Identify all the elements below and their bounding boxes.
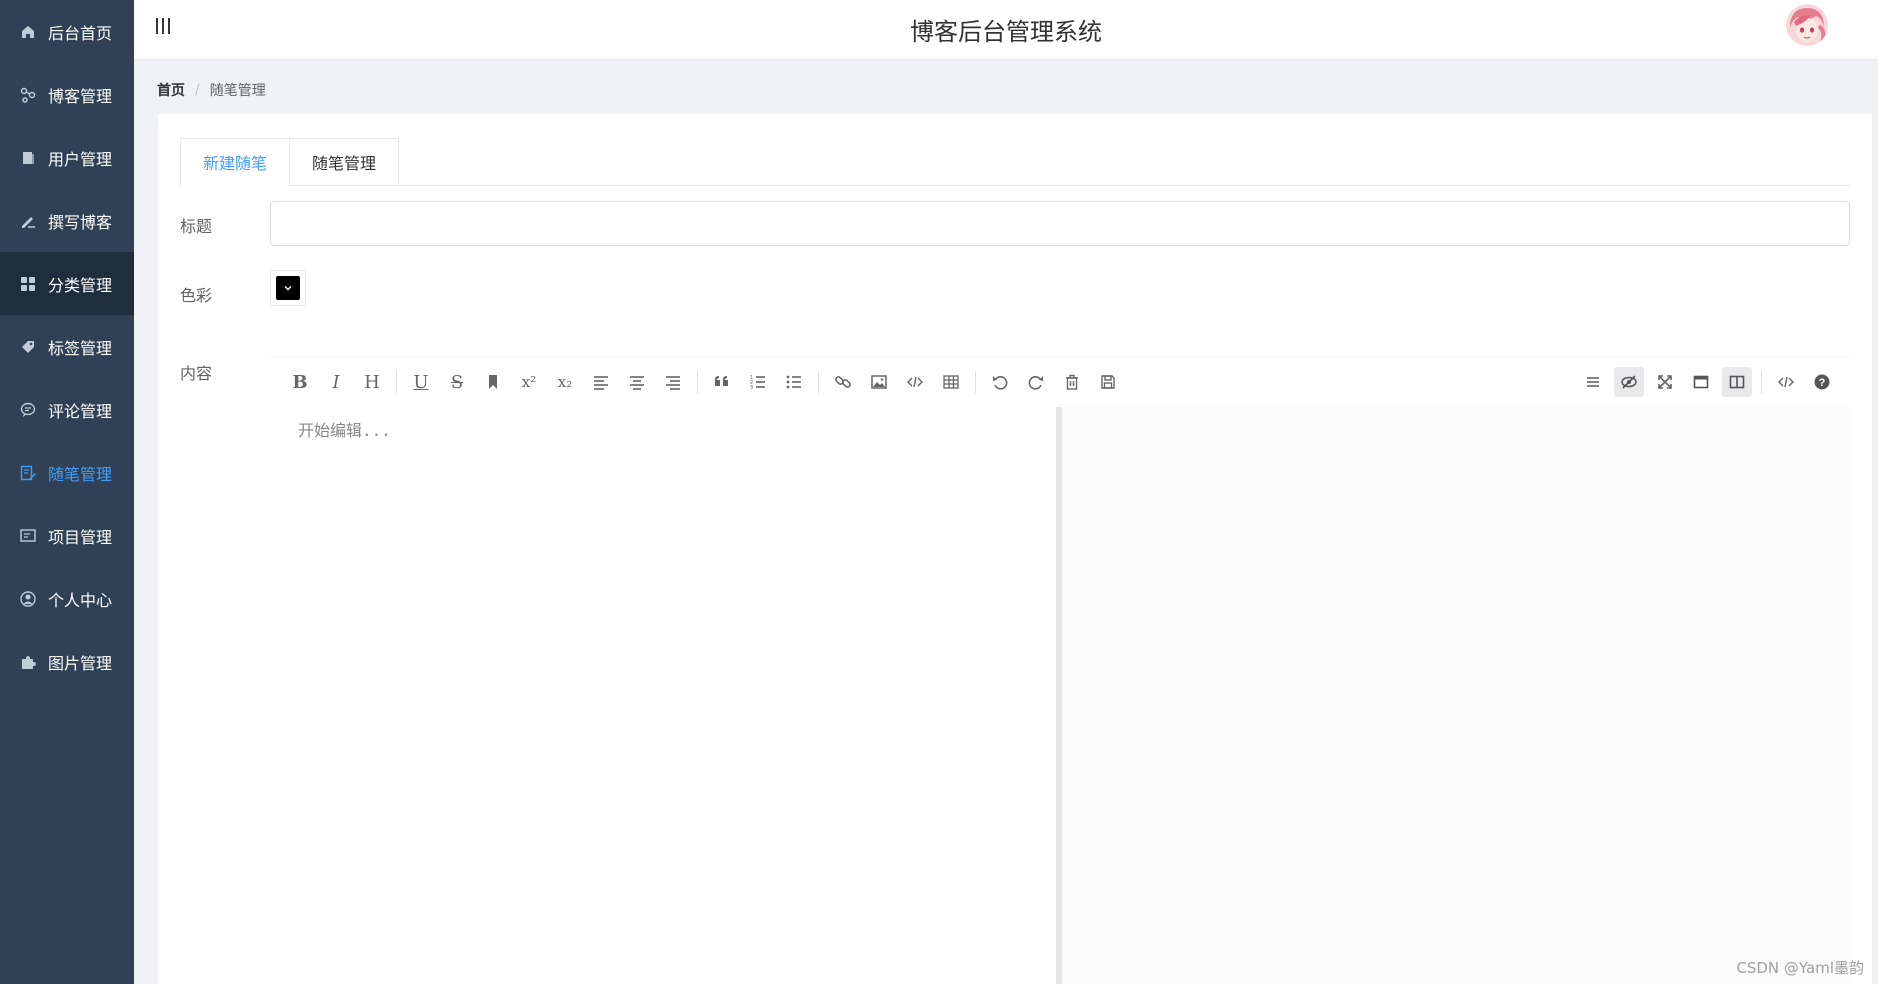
sidebar-item-category[interactable]: 分类管理 bbox=[0, 252, 134, 315]
tab-bar: 新建随笔 随笔管理 bbox=[180, 138, 400, 186]
link-icon[interactable] bbox=[828, 367, 858, 397]
save-icon[interactable] bbox=[1093, 367, 1123, 397]
align-center-icon[interactable] bbox=[622, 367, 652, 397]
sidebar-item-write[interactable]: 撰写博客 bbox=[0, 189, 134, 252]
table-icon[interactable] bbox=[936, 367, 966, 397]
bold-icon[interactable]: B bbox=[285, 367, 315, 397]
quote-icon[interactable] bbox=[707, 367, 737, 397]
sidebar-item-label: 标签管理 bbox=[48, 338, 113, 358]
sidebar-item-images[interactable]: 图片管理 bbox=[0, 630, 134, 693]
sidebar-item-tags[interactable]: 标签管理 bbox=[0, 315, 134, 378]
window-icon[interactable] bbox=[1686, 367, 1716, 397]
sidebar-item-label: 用户管理 bbox=[48, 149, 113, 169]
trash-icon[interactable] bbox=[1057, 367, 1087, 397]
title-label: 标题 bbox=[180, 217, 213, 236]
tab-essay-management[interactable]: 随笔管理 bbox=[290, 138, 400, 186]
color-label: 色彩 bbox=[180, 286, 213, 305]
breadcrumb-current: 随笔管理 bbox=[209, 83, 266, 99]
help-icon[interactable]: ? bbox=[1807, 367, 1837, 397]
breadcrumb-separator: / bbox=[195, 82, 200, 98]
preview-toggle-icon[interactable] bbox=[1614, 367, 1644, 397]
sidebar-item-dashboard[interactable]: 后台首页 bbox=[0, 0, 134, 63]
main-card: 新建随笔 随笔管理 标题 色彩 内容 B I H U S x² x₂ 1 2 3… bbox=[158, 114, 1872, 984]
code-icon[interactable] bbox=[900, 367, 930, 397]
sidebar-item-projects[interactable]: 项目管理 bbox=[0, 504, 134, 567]
content-label: 内容 bbox=[180, 364, 213, 383]
sidebar-item-label: 分类管理 bbox=[48, 275, 113, 295]
sidebar-item-blog[interactable]: 博客管理 bbox=[0, 63, 134, 126]
markdown-editor: B I H U S x² x₂ 123 ? 开始编辑... bbox=[270, 356, 1850, 984]
sidebar: 后台首页 博客管理 用户管理 撰写博客 分类管理 标签管理 评论管理 随笔管理 … bbox=[0, 0, 134, 984]
editor-preview-pane bbox=[1062, 407, 1850, 984]
image-icon[interactable] bbox=[864, 367, 894, 397]
pen-icon bbox=[20, 213, 36, 229]
mark-icon[interactable] bbox=[478, 367, 508, 397]
align-right-icon[interactable] bbox=[658, 367, 688, 397]
subscript-icon[interactable]: x₂ bbox=[550, 367, 580, 397]
svg-text:3: 3 bbox=[750, 385, 753, 391]
svg-text:?: ? bbox=[1819, 377, 1826, 389]
breadcrumb: 首页 / 随笔管理 bbox=[157, 80, 266, 100]
html-code-icon[interactable] bbox=[1771, 367, 1801, 397]
page-title: 博客后台管理系统 bbox=[910, 18, 1102, 46]
tab-new-essay[interactable]: 新建随笔 bbox=[180, 138, 291, 186]
sidebar-item-label: 随笔管理 bbox=[48, 464, 113, 484]
ordered-list-icon[interactable]: 123 bbox=[743, 367, 773, 397]
strikethrough-icon[interactable]: S bbox=[442, 367, 472, 397]
tag-icon bbox=[20, 339, 36, 355]
align-left-icon[interactable] bbox=[586, 367, 616, 397]
color-swatch bbox=[276, 276, 300, 300]
navigation-icon[interactable] bbox=[1578, 367, 1608, 397]
breadcrumb-home[interactable]: 首页 bbox=[157, 80, 185, 100]
edit-doc-icon bbox=[20, 465, 36, 481]
editor-toolbar: B I H U S x² x₂ 123 ? bbox=[270, 357, 1850, 407]
superscript-icon[interactable]: x² bbox=[514, 367, 544, 397]
share-icon bbox=[20, 87, 36, 103]
sidebar-item-essays[interactable]: 随笔管理 bbox=[0, 441, 134, 504]
person-icon bbox=[20, 590, 36, 607]
header-icon[interactable]: H bbox=[357, 367, 387, 397]
title-input[interactable] bbox=[270, 201, 1850, 246]
italic-icon[interactable]: I bbox=[321, 367, 351, 397]
sidebar-item-label: 图片管理 bbox=[48, 653, 113, 673]
grid-icon bbox=[20, 276, 36, 292]
fullscreen-icon[interactable] bbox=[1650, 367, 1680, 397]
sidebar-item-label: 博客管理 bbox=[48, 86, 113, 106]
color-picker[interactable] bbox=[270, 270, 306, 306]
comment-icon bbox=[20, 402, 36, 418]
user-book-icon bbox=[20, 150, 36, 166]
home-icon bbox=[20, 24, 36, 40]
project-icon bbox=[20, 528, 36, 544]
editor-placeholder: 开始编辑... bbox=[298, 421, 391, 440]
sidebar-item-label: 后台首页 bbox=[48, 23, 113, 43]
sidebar-item-label: 个人中心 bbox=[48, 590, 113, 610]
sidebar-item-profile[interactable]: 个人中心 bbox=[0, 567, 134, 630]
top-header: 博客后台管理系统 bbox=[134, 0, 1878, 60]
unordered-list-icon[interactable] bbox=[779, 367, 809, 397]
tabs-divider bbox=[180, 185, 1850, 186]
watermark: CSDN @Yaml墨韵 bbox=[1736, 959, 1864, 977]
sidebar-item-label: 撰写博客 bbox=[48, 212, 113, 232]
sidebar-item-comments[interactable]: 评论管理 bbox=[0, 378, 134, 441]
undo-icon[interactable] bbox=[985, 367, 1015, 397]
chevron-down-icon bbox=[282, 279, 294, 298]
editor-input-pane[interactable]: 开始编辑... bbox=[270, 407, 1056, 984]
underline-icon[interactable]: U bbox=[406, 367, 436, 397]
redo-icon[interactable] bbox=[1021, 367, 1051, 397]
sidebar-item-users[interactable]: 用户管理 bbox=[0, 126, 134, 189]
avatar[interactable] bbox=[1786, 4, 1828, 46]
puzzle-icon bbox=[20, 654, 36, 670]
subfield-icon[interactable] bbox=[1722, 367, 1752, 397]
sidebar-item-label: 项目管理 bbox=[48, 527, 113, 547]
sidebar-item-label: 评论管理 bbox=[48, 401, 113, 421]
